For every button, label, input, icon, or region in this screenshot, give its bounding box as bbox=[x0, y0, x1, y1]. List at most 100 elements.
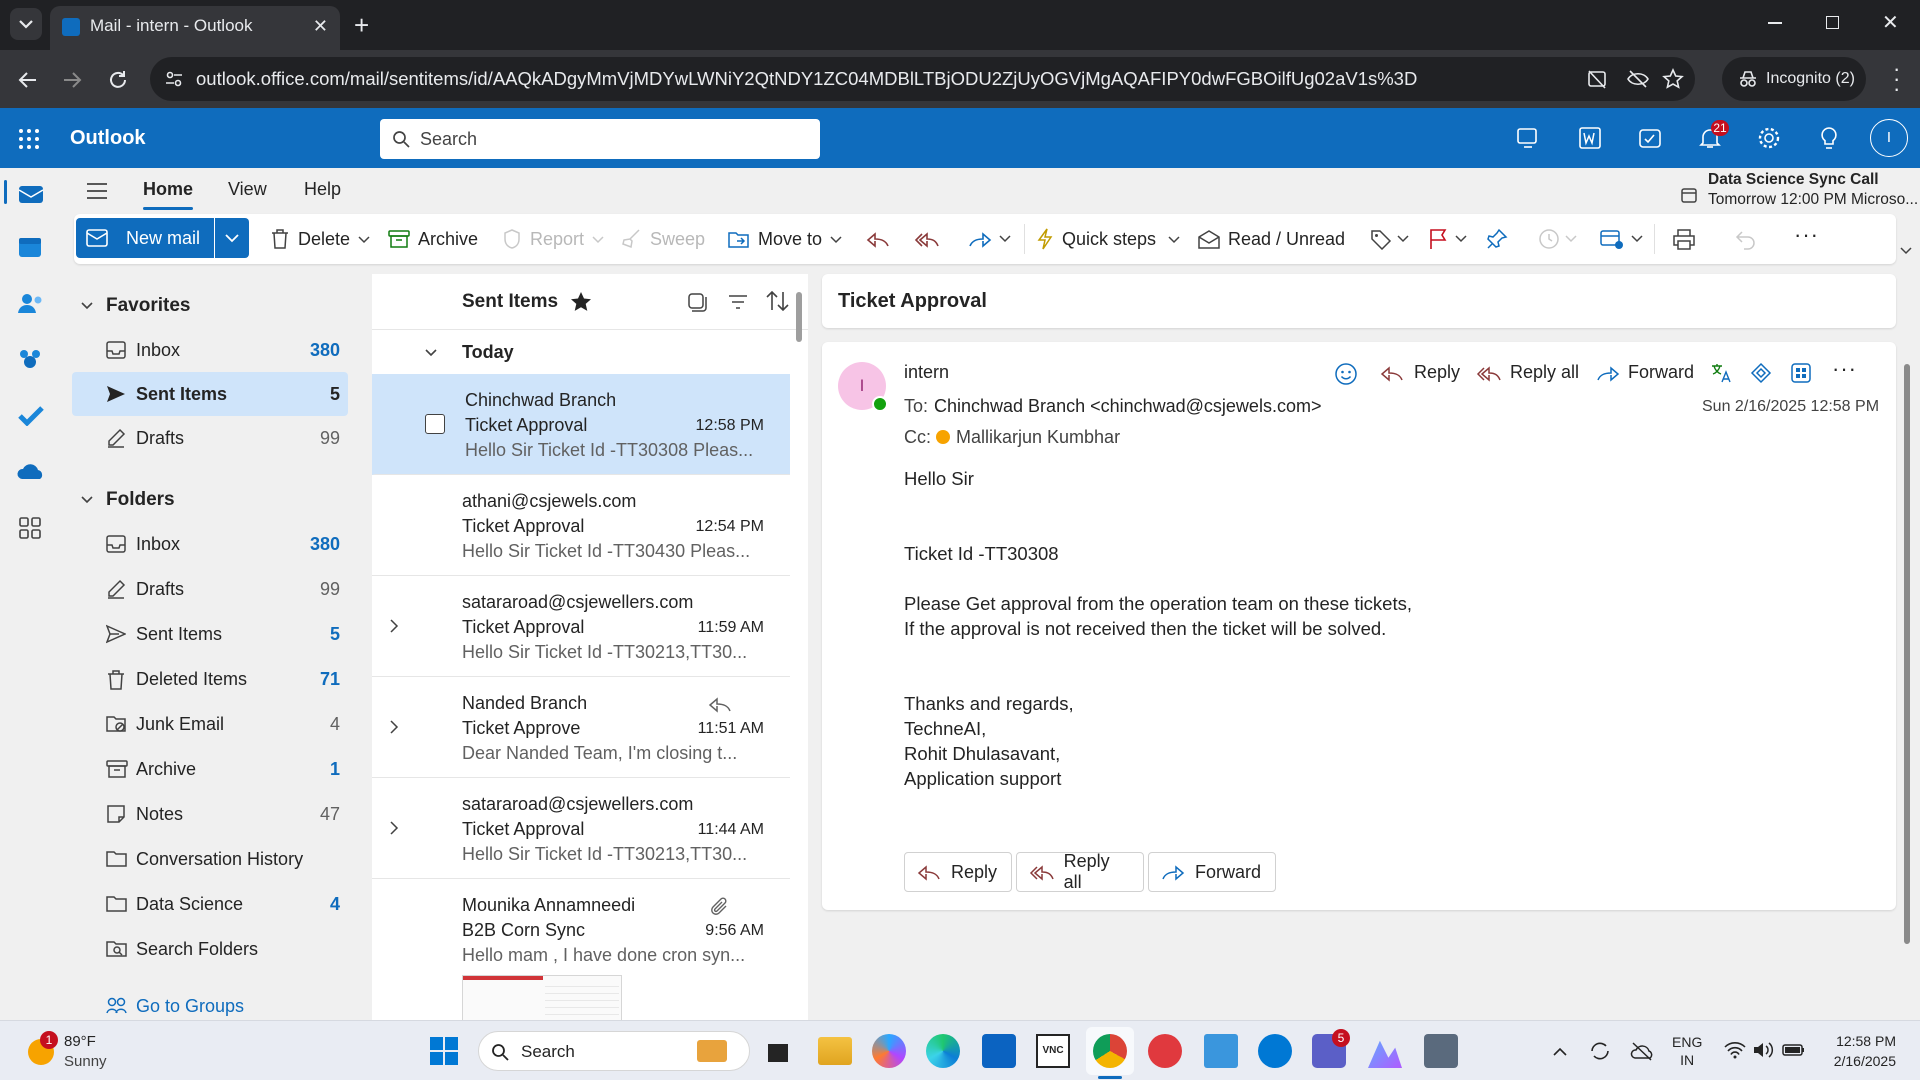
settings-gear-icon[interactable] bbox=[1757, 126, 1781, 150]
to-recipient[interactable]: Chinchwad Branch <chinchwad@csjewels.com… bbox=[934, 396, 1321, 417]
windows-start-icon[interactable] bbox=[430, 1037, 458, 1065]
calendar-app-icon[interactable] bbox=[18, 236, 42, 258]
chevron-right-icon[interactable] bbox=[388, 820, 400, 836]
header-reply-button[interactable]: Reply bbox=[1380, 362, 1460, 383]
snooze-clock-icon[interactable] bbox=[1538, 228, 1560, 250]
select-checkbox[interactable] bbox=[425, 414, 445, 434]
tag-icon[interactable] bbox=[1370, 228, 1392, 250]
tab-search-button[interactable] bbox=[10, 8, 42, 40]
store-icon[interactable] bbox=[982, 1034, 1016, 1068]
upcoming-event[interactable]: Data Science Sync Call Tomorrow 12:00 PM… bbox=[1708, 170, 1918, 210]
new-mail-button[interactable]: New mail bbox=[76, 218, 214, 258]
read-unread-button[interactable]: Read / Unread bbox=[1198, 223, 1345, 255]
new-mail-dropdown[interactable] bbox=[215, 218, 249, 258]
wps-office-icon[interactable] bbox=[1148, 1034, 1182, 1068]
folder-conversation-history[interactable]: Conversation History bbox=[72, 837, 348, 881]
search-input[interactable]: Search bbox=[380, 119, 820, 159]
bookmark-star-icon[interactable] bbox=[1662, 68, 1684, 90]
photos-icon[interactable] bbox=[1368, 1040, 1402, 1068]
word-icon[interactable] bbox=[1578, 126, 1602, 150]
filter-icon[interactable] bbox=[728, 294, 748, 310]
eye-off-icon[interactable] bbox=[1626, 68, 1650, 90]
tab-help[interactable]: Help bbox=[304, 179, 341, 200]
sort-icon[interactable] bbox=[766, 290, 790, 312]
favorite-star-icon[interactable] bbox=[570, 291, 592, 311]
more-apps-icon[interactable] bbox=[18, 516, 42, 540]
site-info-icon[interactable] bbox=[164, 69, 184, 89]
my-day-icon[interactable] bbox=[1638, 126, 1662, 150]
list-item[interactable]: satararoad@csjewellers.com Ticket Approv… bbox=[372, 576, 790, 677]
people-app-icon[interactable] bbox=[18, 292, 44, 314]
header-reply-all-button[interactable]: Reply all bbox=[1476, 362, 1579, 383]
list-item[interactable]: satararoad@csjewellers.com Ticket Approv… bbox=[372, 778, 790, 879]
undo-icon[interactable] bbox=[1734, 228, 1756, 250]
onedrive-app-icon[interactable] bbox=[16, 460, 46, 482]
browser-tab[interactable]: Mail - intern - Outlook ✕ bbox=[50, 6, 340, 50]
folder-sent-items[interactable]: Sent Items 5 bbox=[72, 612, 348, 656]
app-launcher-icon[interactable] bbox=[18, 128, 40, 150]
folder-deleted-items[interactable]: Deleted Items 71 bbox=[72, 657, 348, 701]
report-button[interactable]: Report bbox=[502, 223, 606, 255]
sender-name[interactable]: intern bbox=[904, 362, 949, 383]
rules-icon[interactable] bbox=[1600, 228, 1624, 250]
print-icon[interactable] bbox=[1672, 228, 1696, 250]
archive-button[interactable]: Archive bbox=[388, 223, 478, 255]
meet-now-icon[interactable] bbox=[1516, 126, 1542, 150]
message-more-icon[interactable]: ··· bbox=[1832, 356, 1857, 382]
phone-link-icon[interactable] bbox=[1258, 1034, 1292, 1068]
expand-ribbon-icon[interactable] bbox=[1898, 244, 1914, 258]
list-item[interactable]: Nanded Branch Ticket Approve 11:51 AM De… bbox=[372, 677, 790, 778]
list-item[interactable]: Mounika Annamneedi B2B Corn Sync 9:56 AM… bbox=[372, 879, 790, 1020]
folder-data-science[interactable]: Data Science 4 bbox=[72, 882, 348, 926]
favorites-header[interactable]: Favorites bbox=[72, 284, 348, 328]
select-icon[interactable] bbox=[687, 292, 707, 312]
restore-icon[interactable] bbox=[1826, 16, 1839, 29]
move-to-button[interactable]: Move to bbox=[728, 223, 844, 255]
cc-recipient[interactable]: Mallikarjun Kumbhar bbox=[956, 427, 1120, 448]
language-indicator[interactable]: ENG IN bbox=[1672, 1033, 1702, 1069]
chevron-up-icon[interactable] bbox=[1552, 1045, 1568, 1057]
volume-icon[interactable] bbox=[1752, 1041, 1774, 1059]
weather-widget[interactable]: 1 89°F Sunny bbox=[24, 1029, 164, 1073]
calculator-icon[interactable] bbox=[1424, 1034, 1458, 1068]
mail-app-icon[interactable] bbox=[18, 182, 44, 204]
tab-view[interactable]: View bbox=[228, 179, 267, 200]
folders-header[interactable]: Folders bbox=[72, 478, 348, 522]
reply-all-icon[interactable] bbox=[914, 230, 940, 248]
translate-icon[interactable] bbox=[1710, 362, 1732, 384]
wifi-icon[interactable] bbox=[1724, 1041, 1746, 1059]
new-tab-icon[interactable]: + bbox=[354, 10, 369, 41]
reload-icon[interactable] bbox=[106, 68, 130, 92]
folder-drafts[interactable]: Drafts 99 bbox=[72, 567, 348, 611]
back-icon[interactable] bbox=[16, 68, 40, 92]
chrome-icon[interactable] bbox=[1093, 1034, 1127, 1068]
quick-steps-button[interactable]: Quick steps bbox=[1036, 223, 1182, 255]
hamburger-menu-icon[interactable] bbox=[86, 182, 108, 200]
groups-app-icon[interactable] bbox=[18, 348, 44, 370]
list-item[interactable]: Chinchwad Branch Ticket Approval 12:58 P… bbox=[372, 374, 790, 475]
folder-archive[interactable]: Archive 1 bbox=[72, 747, 348, 791]
chevron-down-icon[interactable] bbox=[1396, 232, 1410, 246]
reply-all-button[interactable]: Reply all bbox=[1016, 851, 1144, 892]
chevron-down-icon[interactable] bbox=[1564, 232, 1578, 246]
folder-inbox[interactable]: Inbox 380 bbox=[72, 522, 348, 566]
copilot-icon[interactable] bbox=[872, 1034, 906, 1068]
notepad-icon[interactable] bbox=[1204, 1034, 1238, 1068]
date-group-today[interactable]: Today bbox=[372, 330, 790, 374]
tab-home[interactable]: Home bbox=[143, 179, 194, 210]
browser-menu-icon[interactable]: · · · bbox=[1893, 58, 1900, 100]
system-clock[interactable]: 12:58 PM 2/16/2025 bbox=[1824, 1031, 1896, 1071]
favorite-inbox[interactable]: Inbox 380 bbox=[72, 328, 348, 372]
folder-junk-email[interactable]: Junk Email 4 bbox=[72, 702, 348, 746]
loop-component-icon[interactable] bbox=[1750, 362, 1772, 384]
reply-button[interactable]: Reply bbox=[904, 852, 1012, 892]
folder-notes[interactable]: Notes 47 bbox=[72, 792, 348, 836]
app-name[interactable]: Outlook bbox=[70, 127, 146, 150]
favorite-sent-items[interactable]: Sent Items 5 bbox=[72, 372, 348, 416]
vnc-viewer-icon[interactable]: VNC bbox=[1036, 1034, 1070, 1068]
todo-app-icon[interactable] bbox=[18, 404, 44, 426]
flag-icon[interactable] bbox=[1428, 228, 1448, 250]
attachment-thumbnail[interactable] bbox=[462, 975, 622, 1020]
chevron-right-icon[interactable] bbox=[388, 719, 400, 735]
folder-search-folders[interactable]: Search Folders bbox=[72, 927, 348, 971]
